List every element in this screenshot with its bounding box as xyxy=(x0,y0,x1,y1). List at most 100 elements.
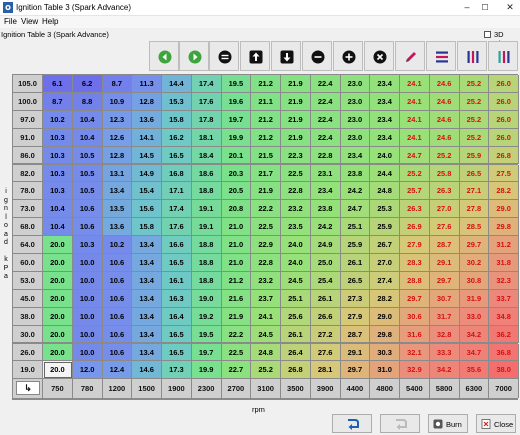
table-cell[interactable]: 18.8 xyxy=(191,271,222,290)
table-cell[interactable]: 25.2 xyxy=(459,75,490,93)
table-cell[interactable]: 20.0 xyxy=(43,236,73,254)
table-cell[interactable]: 30.7 xyxy=(429,289,460,308)
row-header[interactable]: 82.0 xyxy=(13,164,43,183)
table-cell[interactable]: 29.7 xyxy=(340,361,371,380)
table-cell[interactable]: 13.4 xyxy=(132,236,162,254)
table-cell[interactable]: 24.1 xyxy=(400,128,430,147)
burn-button[interactable]: Burn xyxy=(428,414,468,433)
table-cell[interactable]: 31.7 xyxy=(429,307,460,326)
table-cell[interactable]: 21.1 xyxy=(251,92,281,111)
table-cell[interactable]: 22.8 xyxy=(310,146,341,165)
table-cell[interactable]: 21.2 xyxy=(251,110,281,129)
increase-button[interactable] xyxy=(240,41,270,71)
table-cell[interactable]: 26.1 xyxy=(310,289,341,308)
table-cell[interactable]: 28.2 xyxy=(489,182,519,201)
table-cell[interactable]: 10.6 xyxy=(102,325,133,344)
table-cell[interactable]: 32.8 xyxy=(429,325,460,344)
table-cell[interactable]: 26.6 xyxy=(310,307,341,326)
table-cell[interactable]: 10.3 xyxy=(43,146,73,165)
table-cell[interactable]: 38.0 xyxy=(489,361,519,380)
table-cell[interactable]: 22.2 xyxy=(251,200,281,219)
table-cell[interactable]: 32.9 xyxy=(400,361,430,380)
table-cell[interactable]: 24.1 xyxy=(400,92,430,111)
table-cell[interactable]: 27.8 xyxy=(459,200,490,219)
table-cell[interactable]: 10.3 xyxy=(43,128,73,147)
table-cell[interactable]: 10.6 xyxy=(102,343,133,362)
table-cell[interactable]: 24.7 xyxy=(400,146,430,165)
table-cell[interactable]: 13.4 xyxy=(132,343,162,362)
view3d-checkbox[interactable] xyxy=(484,31,491,38)
table-cell[interactable]: 24.6 xyxy=(429,75,460,93)
table-cell[interactable]: 25.9 xyxy=(459,146,490,165)
row-header[interactable]: 45.0 xyxy=(13,289,43,308)
table-cell[interactable]: 12.8 xyxy=(102,146,133,165)
subtract-button[interactable] xyxy=(302,41,332,71)
table-cell[interactable]: 11.3 xyxy=(132,75,162,93)
table-cell[interactable]: 28.8 xyxy=(400,271,430,290)
table-cell[interactable]: 10.6 xyxy=(102,307,133,326)
table-cell[interactable]: 29.8 xyxy=(370,325,400,344)
table-cell[interactable]: 26.7 xyxy=(370,236,400,254)
table-cell[interactable]: 22.3 xyxy=(281,146,311,165)
table-cell[interactable]: 17.1 xyxy=(162,182,192,201)
table-cell[interactable]: 30.6 xyxy=(400,307,430,326)
table-cell[interactable]: 22.5 xyxy=(221,343,252,362)
table-cell[interactable]: 26.5 xyxy=(340,271,371,290)
table-cell[interactable]: 23.1 xyxy=(310,164,341,183)
table-cell[interactable]: 8.7 xyxy=(102,75,133,93)
decrease-button[interactable] xyxy=(271,41,301,71)
table-cell[interactable]: 22.4 xyxy=(310,75,341,93)
table-cell[interactable]: 25.9 xyxy=(340,236,371,254)
column-header[interactable]: 3500 xyxy=(281,379,311,399)
table-cell[interactable]: 35.6 xyxy=(459,361,490,380)
table-cell[interactable]: 13.4 xyxy=(132,325,162,344)
column-header[interactable]: 2700 xyxy=(221,379,252,399)
table-cell[interactable]: 17.6 xyxy=(191,92,222,111)
table-cell[interactable]: 25.8 xyxy=(429,164,460,183)
table-cell[interactable]: 26.8 xyxy=(281,361,311,380)
table-cell[interactable]: 21.7 xyxy=(251,164,281,183)
smooth-cols-button[interactable] xyxy=(457,41,487,71)
table-cell[interactable]: 10.0 xyxy=(72,254,103,272)
table-cell[interactable]: 10.6 xyxy=(72,200,103,219)
table-cell[interactable]: 22.5 xyxy=(251,218,281,237)
table-cell[interactable]: 20.1 xyxy=(221,146,252,165)
table-cell[interactable]: 18.4 xyxy=(191,146,222,165)
table-cell[interactable]: 21.5 xyxy=(251,146,281,165)
table-cell[interactable]: 21.2 xyxy=(251,128,281,147)
table-cell[interactable]: 23.4 xyxy=(340,146,371,165)
table-cell[interactable]: 34.2 xyxy=(429,361,460,380)
table-cell[interactable]: 23.2 xyxy=(281,200,311,219)
table-cell[interactable]: 24.0 xyxy=(281,254,311,272)
menu-view[interactable]: View xyxy=(21,17,38,26)
table-cell[interactable]: 16.8 xyxy=(162,164,192,183)
table-cell[interactable]: 26.0 xyxy=(489,92,519,111)
table-cell[interactable]: 25.2 xyxy=(459,92,490,111)
row-header[interactable]: 26.0 xyxy=(13,343,43,362)
table-cell[interactable]: 36.8 xyxy=(489,343,519,362)
table-cell[interactable]: 13.6 xyxy=(102,218,133,237)
table-cell[interactable]: 6.1 xyxy=(43,75,73,93)
table-cell[interactable]: 25.2 xyxy=(251,361,281,380)
table-cell[interactable]: 18.8 xyxy=(191,254,222,272)
close-button[interactable]: Close xyxy=(476,414,516,433)
table-cell[interactable]: 13.4 xyxy=(132,307,162,326)
multiply-button[interactable] xyxy=(364,41,394,71)
table-cell[interactable]: 13.1 xyxy=(102,164,133,183)
table-cell[interactable]: 16.4 xyxy=(162,307,192,326)
table-cell[interactable]: 10.0 xyxy=(72,307,103,326)
table-cell[interactable]: 27.3 xyxy=(340,289,371,308)
table-cell[interactable]: 27.9 xyxy=(400,236,430,254)
table-cell[interactable]: 23.5 xyxy=(281,218,311,237)
column-header[interactable]: 5400 xyxy=(400,379,430,399)
table-cell[interactable]: 29.1 xyxy=(429,254,460,272)
table-cell[interactable]: 31.0 xyxy=(370,361,400,380)
table-cell[interactable]: 10.5 xyxy=(72,164,103,183)
table-cell[interactable]: 19.7 xyxy=(221,110,252,129)
table-cell[interactable]: 25.9 xyxy=(370,218,400,237)
table-cell[interactable]: 28.7 xyxy=(340,325,371,344)
table-cell[interactable]: 24.6 xyxy=(429,92,460,111)
undo-button[interactable] xyxy=(149,41,179,71)
table-cell[interactable]: 24.2 xyxy=(310,218,341,237)
table-cell[interactable]: 24.9 xyxy=(310,236,341,254)
